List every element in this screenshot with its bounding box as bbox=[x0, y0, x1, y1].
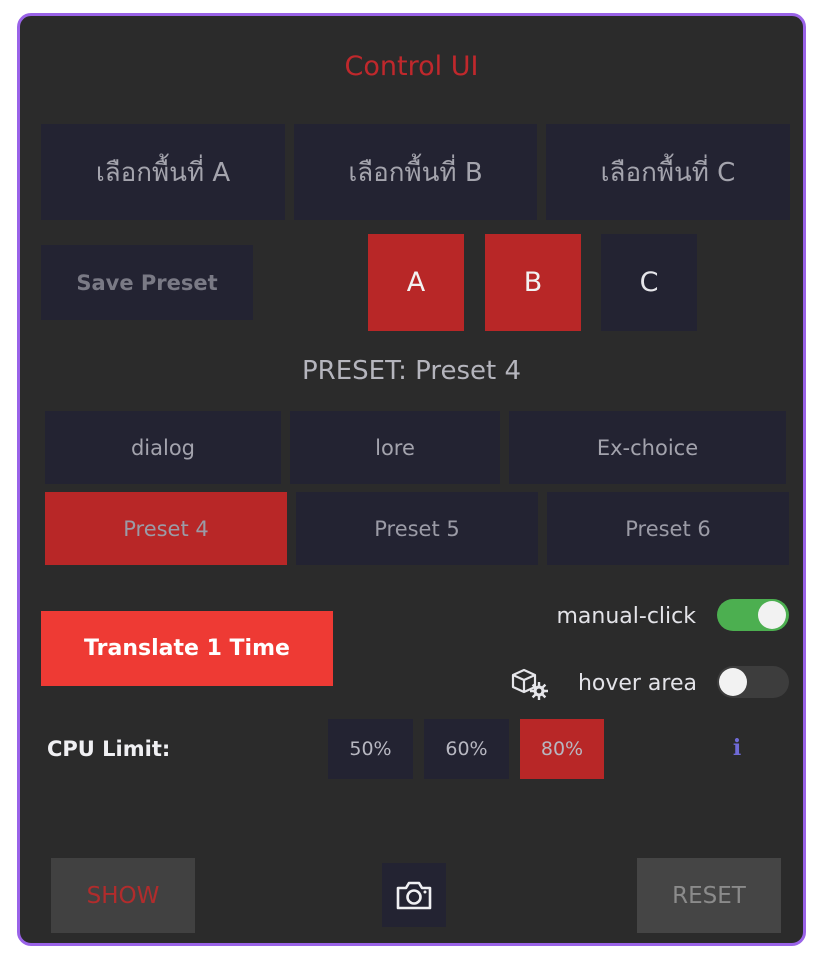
panel-title: Control UI bbox=[344, 50, 479, 82]
category-lore-button[interactable]: lore bbox=[290, 411, 500, 484]
select-area-b-button[interactable]: เลือกพื้นที่ B bbox=[294, 124, 537, 220]
category-ex-choice-button[interactable]: Ex-choice bbox=[509, 411, 786, 484]
current-preset-label: PRESET: Preset 4 bbox=[301, 356, 522, 386]
hover-area-toggle[interactable] bbox=[717, 666, 789, 698]
screenshot-button[interactable] bbox=[382, 863, 446, 927]
hover-area-label: hover area bbox=[577, 670, 697, 696]
show-button[interactable]: SHOW bbox=[51, 858, 195, 933]
info-icon[interactable]: i bbox=[722, 731, 752, 765]
save-preset-button[interactable]: Save Preset bbox=[41, 245, 253, 320]
preset-4-button[interactable]: Preset 4 bbox=[45, 492, 287, 565]
slot-a-button[interactable]: A bbox=[368, 234, 464, 331]
cpu-limit-label: CPU Limit: bbox=[47, 737, 171, 761]
camera-icon bbox=[396, 881, 432, 910]
manual-click-toggle[interactable] bbox=[717, 599, 789, 631]
cpu-50-button[interactable]: 50% bbox=[328, 719, 413, 779]
slot-b-button[interactable]: B bbox=[485, 234, 581, 331]
reset-button[interactable]: RESET bbox=[637, 858, 781, 933]
category-dialog-button[interactable]: dialog bbox=[45, 411, 281, 484]
manual-click-label: manual-click bbox=[556, 603, 697, 629]
preset-5-button[interactable]: Preset 5 bbox=[296, 492, 538, 565]
select-area-a-button[interactable]: เลือกพื้นที่ A bbox=[41, 124, 285, 220]
select-area-c-button[interactable]: เลือกพื้นที่ C bbox=[546, 124, 790, 220]
slot-c-button[interactable]: C bbox=[601, 234, 697, 331]
toggle-knob bbox=[719, 668, 747, 696]
control-panel: Control UI เลือกพื้นที่ A เลือกพื้นที่ B… bbox=[17, 13, 806, 946]
cube-gear-icon bbox=[510, 666, 550, 700]
cpu-80-button[interactable]: 80% bbox=[520, 719, 604, 779]
translate-once-button[interactable]: Translate 1 Time bbox=[41, 611, 333, 686]
preset-6-button[interactable]: Preset 6 bbox=[547, 492, 789, 565]
toggle-knob bbox=[758, 601, 786, 629]
cpu-60-button[interactable]: 60% bbox=[424, 719, 509, 779]
